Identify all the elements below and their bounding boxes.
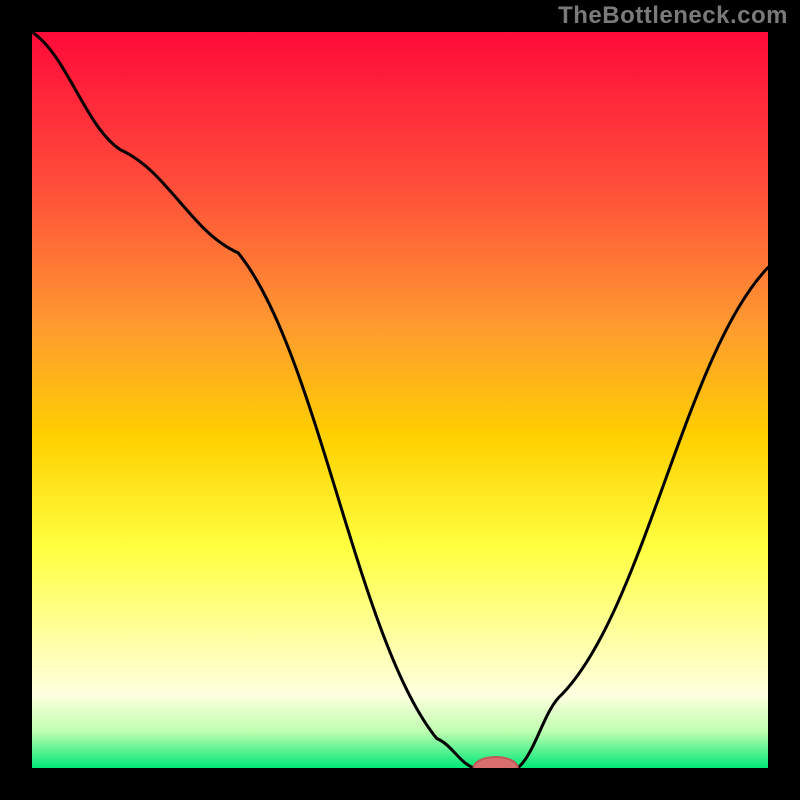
- chart-container: TheBottleneck.com: [0, 0, 800, 800]
- bottleneck-chart: [0, 0, 800, 800]
- plot-background: [32, 32, 768, 768]
- watermark-label: TheBottleneck.com: [558, 2, 788, 30]
